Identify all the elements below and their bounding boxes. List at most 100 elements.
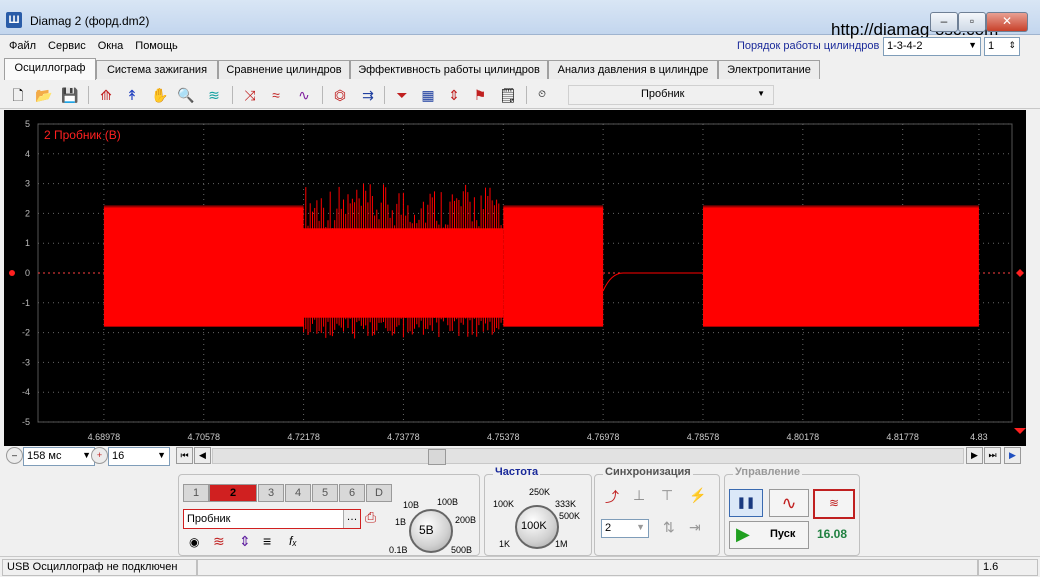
sync-rising-icon[interactable]: ⤴ (605, 487, 619, 507)
y-tick-label: 2 (25, 208, 30, 218)
scroll-last-button[interactable]: ⏭ (984, 447, 1001, 464)
channel-probe-field[interactable]: Пробник … (183, 509, 361, 529)
volt-knob[interactable]: 5В (409, 509, 453, 553)
timebase-value: 158 мс (27, 450, 62, 462)
vertical-move-icon[interactable]: ⇕ (239, 533, 251, 550)
timebase-select[interactable]: 158 мс ▼ (23, 447, 95, 466)
channel-digital-button[interactable]: D (366, 484, 392, 502)
open-folder-icon[interactable]: 📂 (34, 85, 54, 105)
zoom-value: 16 (112, 450, 125, 462)
cylinder-order-select[interactable]: 1-3-4-2 ▼ (883, 37, 981, 56)
freq-tick-100k: 100K (493, 499, 515, 509)
window-title: Diamag 2 (форд.dm2) (30, 14, 150, 28)
cylinder-value: 1 (988, 40, 995, 52)
hand-icon[interactable]: ✋ (150, 85, 170, 105)
continuous-wave-button[interactable]: ≋ (813, 489, 855, 519)
tab-oscilloscope[interactable]: Осциллограф (4, 58, 96, 80)
chevron-down-icon: ▼ (636, 522, 645, 532)
sync-offset-icon[interactable]: ⇥ (689, 519, 701, 536)
close-button[interactable]: ✕ (986, 12, 1028, 32)
channel-5-button[interactable]: 5 (312, 484, 338, 502)
tab-ignition[interactable]: Система зажигания (96, 60, 218, 79)
pause-button[interactable]: ❚❚ (729, 489, 763, 517)
menu-file[interactable]: Файл (0, 36, 39, 52)
x-tick-label: 4.68978 (88, 432, 121, 442)
cylinder-order-value: 1-3-4-2 (887, 40, 923, 52)
tab-cylinder-compare[interactable]: Сравнение цилиндров (218, 60, 350, 79)
probe-settings-icon[interactable]: ⎙ (365, 509, 376, 526)
notes-icon[interactable]: 🗒 (498, 85, 518, 105)
more-icon[interactable]: … (343, 510, 360, 528)
range-marker (1014, 428, 1026, 434)
tab-cylinder-efficiency[interactable]: Эффективность работы цилиндров (350, 60, 548, 79)
flag-icon[interactable]: ⚑ (470, 85, 490, 105)
frequency-knob[interactable]: 100K (515, 505, 559, 549)
zoom-out-icon[interactable]: – (6, 447, 23, 464)
cylinder-stepper[interactable]: 1 ⇕ (984, 37, 1020, 56)
line-style-icon[interactable]: ≡ (263, 533, 271, 549)
scope-icon[interactable]: ≋ (204, 85, 224, 105)
time-scrollbar[interactable] (212, 448, 964, 465)
menu-bar: Файл Сервис Окна Помощь (0, 36, 181, 56)
wave-add-icon[interactable]: ∿ (294, 85, 314, 105)
play-scroll-button[interactable]: ▶ (1004, 447, 1021, 464)
table-icon[interactable]: ▦ (418, 85, 438, 105)
y-tick-label: 5 (25, 119, 30, 129)
cursor-a-icon[interactable]: ⟰ (96, 85, 116, 105)
control-group: Управление ❚❚ ∿ ≋ ▶ Пуск 16.08 (724, 466, 860, 556)
probe-select[interactable]: Пробник ▼ (568, 85, 774, 105)
trace-band-edge (702, 205, 979, 210)
freq-tick-250k: 250K (529, 487, 551, 497)
tab-pressure-analysis[interactable]: Анализ давления в цилиндре (548, 60, 718, 79)
y-tick-label: -2 (22, 328, 30, 338)
menu-help[interactable]: Помощь (126, 36, 181, 52)
split-icon[interactable]: ⇕ (444, 85, 464, 105)
minimize-button[interactable]: – (930, 12, 958, 32)
status-text: USB Осциллограф не подключен (2, 559, 198, 576)
version-label: 1.6 (978, 559, 1038, 576)
channel-6-button[interactable]: 6 (339, 484, 365, 502)
scroll-right-button[interactable]: ▶ (966, 447, 983, 464)
sync-group: Синхронизация ⤴ ⊥ ⊤ ⚡ 2 ▼ ⇅ ⇥ (594, 466, 720, 556)
function-icon[interactable]: fₓ (289, 534, 297, 548)
wave-overlay-icon[interactable]: ≈ (266, 85, 286, 105)
channel-2-button[interactable]: 2 (209, 484, 257, 502)
sync-up-icon[interactable]: ⊥ (633, 487, 645, 504)
start-button[interactable]: ▶ Пуск (729, 521, 809, 549)
measure-zero-icon[interactable]: ⇉ (358, 85, 378, 105)
scroll-first-button[interactable]: ⏮ (176, 447, 193, 464)
maximize-button[interactable]: ▫ (958, 12, 986, 32)
zoom-in-icon[interactable]: + (91, 447, 108, 464)
menu-service[interactable]: Сервис (39, 36, 89, 52)
sync-down-icon[interactable]: ⊤ (661, 487, 673, 504)
new-file-icon[interactable]: 🗋 (8, 85, 28, 105)
scrollbar-thumb[interactable] (428, 449, 446, 465)
sync-level-icon[interactable]: ⇅ (663, 519, 675, 536)
single-wave-button[interactable]: ∿ (769, 489, 809, 517)
zoom-icon[interactable]: 🔍 (176, 85, 196, 105)
freq-tick-500k: 500K (559, 511, 581, 521)
tab-power[interactable]: Электропитание (718, 60, 820, 79)
channel-4-button[interactable]: 4 (285, 484, 311, 502)
sync-channel-select[interactable]: 2 ▼ (601, 519, 649, 538)
oscilloscope-display[interactable]: 5 4 3 2 1 0 -1 -2 -3 -4 -5 4.68978 4.70578 4.72178 4.7… (4, 110, 1026, 446)
freq-tick-1m: 1M (555, 539, 568, 549)
save-icon[interactable]: 💾 (60, 85, 80, 105)
measure-auto-icon[interactable]: ⏣ (330, 85, 350, 105)
filter-icon[interactable]: ⏷ (392, 85, 412, 105)
control-title: Управление (733, 466, 803, 478)
channel-group: 1 2 3 4 5 6 D Пробник … ⎙ ◉ ≋ ⇕ ≡ fₓ 10В… (178, 474, 480, 556)
menu-windows[interactable]: Окна (89, 36, 127, 52)
channel-1-button[interactable]: 1 (183, 484, 209, 502)
scroll-left-button[interactable]: ◀ (194, 447, 211, 464)
status-bar: USB Осциллограф не подключен 1.6 (0, 556, 1040, 577)
cursor-b-icon[interactable]: ↟ (122, 85, 142, 105)
channel-3-button[interactable]: 3 (258, 484, 284, 502)
zoom-select[interactable]: 16 ▼ (108, 447, 170, 466)
filter-wave-icon[interactable]: ≋ (213, 533, 225, 550)
sync-auto-icon[interactable]: ⚡ (689, 487, 706, 504)
signal-invert-icon[interactable]: ⤨ (240, 85, 260, 105)
auto-icon[interactable]: ⏲ (532, 85, 552, 105)
eye-icon[interactable]: ◉ (189, 535, 199, 549)
volt-tick-01: 0.1В (389, 545, 408, 555)
